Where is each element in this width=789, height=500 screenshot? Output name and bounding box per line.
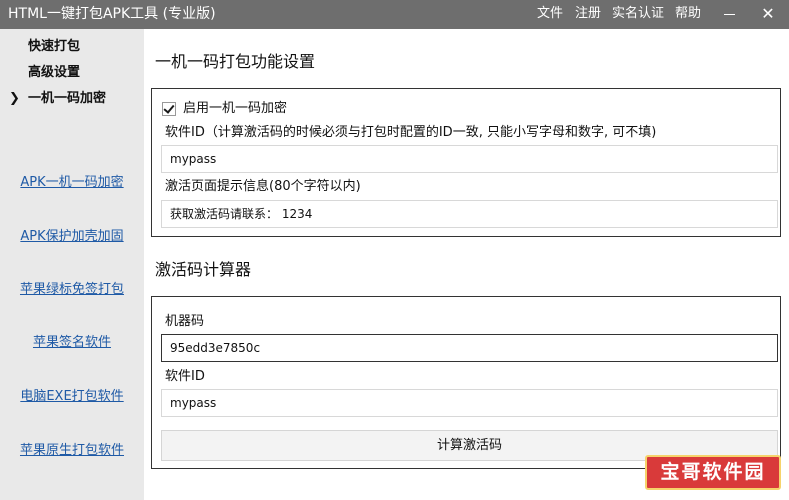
close-icon[interactable]: ✕ <box>758 4 778 24</box>
sidebar-item-advanced[interactable]: 高级设置 <box>28 64 80 82</box>
settings-group: 启用一机一码加密 软件ID（计算激活码的时候必须与打包时配置的ID一致, 只能小… <box>151 88 781 237</box>
sidebar-item-quick-pack[interactable]: 快速打包 <box>28 38 80 56</box>
activation-tip-input[interactable]: 获取激活码请联系： 1234 <box>161 200 778 228</box>
link-ios-native[interactable]: 苹果原生打包软件 <box>0 442 144 460</box>
enable-checkbox[interactable] <box>162 102 176 116</box>
settings-title: 一机一码打包功能设置 <box>155 52 316 71</box>
menu-file[interactable]: 文件 <box>537 6 563 22</box>
calc-software-id-input[interactable]: mypass <box>161 389 778 417</box>
enable-label: 启用一机一码加密 <box>183 101 288 116</box>
machine-code-label: 机器码 <box>165 314 205 329</box>
link-apk-hardening[interactable]: APK保护加壳加固 <box>0 228 144 246</box>
link-exe-packager[interactable]: 电脑EXE打包软件 <box>0 388 144 406</box>
software-id-input[interactable]: mypass <box>161 145 778 173</box>
minimize-icon[interactable] <box>720 4 740 24</box>
menu-help[interactable]: 帮助 <box>675 6 701 22</box>
link-ios-signing[interactable]: 苹果签名软件 <box>0 334 144 352</box>
checkmark-icon <box>163 102 175 114</box>
calculator-group: 机器码 95edd3e7850c 软件ID mypass 计算激活码 <box>151 296 781 469</box>
sidebar: 快速打包 高级设置 ❯ 一机一码加密 APK一机一码加密 APK保护加壳加固 苹… <box>0 29 144 500</box>
watermark-logo: 宝哥软件园 <box>645 455 781 490</box>
title-bar: HTML一键打包APK工具 (专业版) 文件 注册 实名认证 帮助 ✕ <box>0 0 789 29</box>
link-apk-encryption[interactable]: APK一机一码加密 <box>0 174 144 192</box>
software-id-label: 软件ID（计算激活码的时候必须与打包时配置的ID一致, 只能小写字母和数字, 可… <box>165 125 657 140</box>
menu-register[interactable]: 注册 <box>575 6 601 22</box>
machine-code-input[interactable]: 95edd3e7850c <box>161 334 778 362</box>
activation-tip-label: 激活页面提示信息(80个字符以内) <box>165 179 361 194</box>
sidebar-item-encryption[interactable]: 一机一码加密 <box>28 90 106 108</box>
calculator-title: 激活码计算器 <box>155 260 252 279</box>
link-ios-green-label[interactable]: 苹果绿标免签打包 <box>0 281 144 299</box>
menu-realname[interactable]: 实名认证 <box>612 6 664 22</box>
window-title: HTML一键打包APK工具 (专业版) <box>8 6 216 22</box>
active-chevron-icon: ❯ <box>9 91 20 106</box>
main-panel: 一机一码打包功能设置 启用一机一码加密 软件ID（计算激活码的时候必须与打包时配… <box>144 29 789 500</box>
calc-software-id-label: 软件ID <box>165 369 205 384</box>
